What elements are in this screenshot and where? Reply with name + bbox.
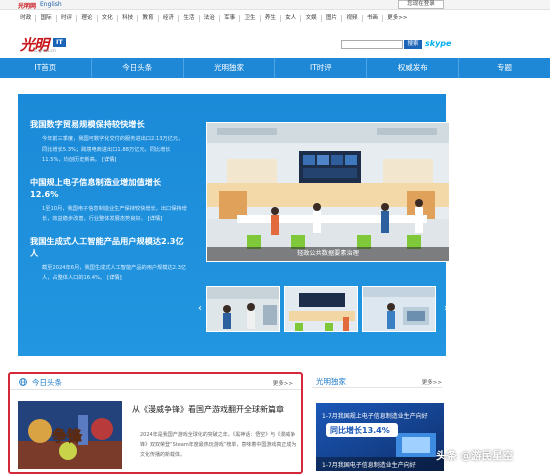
thumbnail[interactable] [284, 286, 358, 332]
story-item[interactable]: 中国规上电子信息制造业增加值增长12.6% 1至10月，我国电子信息制造业生产保… [30, 176, 188, 225]
poster-title: 争锋 [52, 427, 83, 445]
thumb-prev-icon[interactable]: ‹ [194, 286, 206, 332]
channel-links: 时政 国际 时评 理论 文化 科技 教育 经济 生活 法治 军事 卫生 养生 女人 文娱 图片 视频 书画 更多>> [16, 13, 436, 24]
panel-title[interactable]: 今日头条 [32, 377, 62, 388]
channel-link[interactable]: 经济 [159, 15, 180, 22]
channel-link[interactable]: 养生 [261, 15, 282, 22]
nav-item[interactable]: IT时评 [275, 58, 368, 78]
more-link[interactable]: 更多>> [273, 379, 293, 387]
exclusive-image[interactable]: 1-7月我国规上电子信息制造业生产向好 同比增长13.4% 1-7月我国电子信息… [316, 403, 444, 471]
panel-header: 光明独家 更多>> [312, 376, 442, 388]
nav-item[interactable]: IT首页 [0, 58, 92, 78]
photo-caption: 轻政公共数据要素治理 [207, 247, 449, 261]
feature-photo[interactable]: 轻政公共数据要素治理 [206, 122, 450, 262]
graphic-highlight: 同比增长13.4% [330, 425, 390, 435]
logo-badge: IT [53, 38, 66, 47]
channel-link[interactable]: 法治 [200, 15, 220, 22]
story-item[interactable]: 我国生成式人工智能产品用户规模达2.3亿人 截至2024年6月，我国生成式人工智… [30, 235, 188, 284]
channel-link[interactable]: 国际 [36, 15, 57, 22]
globe-icon [19, 378, 27, 386]
channel-link[interactable]: 教育 [138, 15, 159, 22]
game-poster-illustration: 争锋 [18, 401, 122, 469]
graphic-headline: 1-7月我国规上电子信息制造业生产向好 [322, 412, 428, 420]
watermark-text: 头条 @游民星空 [436, 450, 514, 462]
channel-link[interactable]: 时评 [57, 15, 78, 22]
top-logo[interactable]: 光明网 [18, 1, 36, 10]
more-link[interactable]: 更多>> [422, 378, 442, 386]
thumbnail-strip: ‹ › [194, 286, 456, 332]
panel-title[interactable]: 光明独家 [316, 376, 346, 387]
channel-link[interactable]: 图片 [322, 15, 343, 22]
logo-domain: it.gmw.cn [34, 49, 56, 54]
story-detail-link[interactable]: [详情] [148, 216, 162, 222]
channel-link[interactable]: 理论 [77, 15, 98, 22]
feature-section: 我国数字贸易规模保持较快增长 今年前三季度，我国可数字化交付的服务进出口2.13… [18, 94, 450, 356]
channel-link[interactable]: 更多>> [383, 15, 412, 22]
channel-link[interactable]: 文化 [98, 15, 118, 22]
story-detail-link[interactable]: [详情] [107, 275, 121, 281]
story-body: 1至10月，我国电子信息制造业生产保持较快增长，出口保持增长，效益稳步改善，行业… [30, 204, 188, 225]
english-link[interactable]: English [40, 1, 62, 8]
login-button[interactable]: 您现在登录 [398, 0, 444, 9]
article-title[interactable]: 从《漫威争锋》看国产游戏翻开全球新篇章 [132, 404, 300, 415]
article-image[interactable]: 争锋 [18, 401, 122, 469]
skype-logo[interactable]: skype [425, 39, 451, 48]
search-input[interactable] [341, 40, 403, 49]
channel-link[interactable]: 时政 [16, 15, 37, 22]
graphic-caption: 1-7月我国电子信息制造业生产向好 [322, 461, 416, 469]
nav-item[interactable]: 今日头条 [92, 58, 184, 78]
story-title[interactable]: 中国规上电子信息制造业增加值增长12.6% [30, 176, 188, 200]
article-summary: 2024年是我国产游戏全球化的突破之年。《黑神话：悟空》与《漫威争锋》双双荣登“… [140, 432, 297, 458]
search-button[interactable]: 搜索 [404, 40, 422, 49]
thumb-next-icon[interactable]: › [440, 286, 452, 332]
guangming-exclusive-panel: 光明独家 更多>> 1-7月我国规上电子信息制造业生产向好 同比增长13.4% … [312, 376, 444, 474]
today-headline-panel: 今日头条 更多>> 争锋 从《漫威争锋》看国产游戏翻开全球新篇章 2024年是我… [8, 372, 303, 474]
channel-link[interactable]: 文娱 [301, 15, 322, 22]
panel-header: 今日头条 更多>> [10, 374, 301, 390]
story-text: 1至10月，我国电子信息制造业生产保持较快增长，出口保持增长，效益稳步改善，行业… [42, 205, 187, 223]
site-header: 光明 IT it.gmw.cn 搜索 skype [0, 26, 550, 58]
channel-link[interactable]: 生活 [179, 15, 200, 22]
thumbnail-image [285, 287, 357, 331]
story-body: 截至2024年6月，我国生成式人工智能产品的用户规模达2.3亿人，占整体人口的1… [30, 263, 188, 284]
story-title[interactable]: 我国数字贸易规模保持较快增长 [30, 118, 188, 130]
channel-link[interactable]: 视频 [342, 15, 363, 22]
channel-link[interactable]: 卫生 [240, 15, 261, 22]
channel-link[interactable]: 女人 [281, 15, 302, 22]
thumbnail[interactable] [206, 286, 280, 332]
feature-stories: 我国数字贸易规模保持较快增长 今年前三季度，我国可数字化交付的服务进出口2.13… [30, 118, 188, 294]
thumbnail-image [207, 287, 279, 331]
story-body: 今年前三季度，我国可数字化交付的服务进出口2.13万亿元，同比增长5.3%；跨境… [30, 134, 188, 166]
nav-item[interactable]: 专题 [459, 58, 550, 78]
main-nav: IT首页 今日头条 光明独家 IT时评 权威发布 专题 [0, 58, 550, 78]
thumbnail[interactable] [362, 286, 436, 332]
channel-link[interactable]: 军事 [220, 15, 241, 22]
service-hall-illustration [207, 123, 449, 261]
story-title[interactable]: 我国生成式人工智能产品用户规模达2.3亿人 [30, 235, 188, 259]
channel-link[interactable]: 书画 [363, 15, 384, 22]
channel-link[interactable]: 科技 [118, 15, 139, 22]
top-strip: 光明网 English 您现在登录 [0, 0, 550, 10]
nav-item[interactable]: 权威发布 [367, 58, 460, 78]
thumbnail-image [363, 287, 435, 331]
story-item[interactable]: 我国数字贸易规模保持较快增长 今年前三季度，我国可数字化交付的服务进出口2.13… [30, 118, 188, 166]
industry-growth-graphic: 1-7月我国规上电子信息制造业生产向好 同比增长13.4% 1-7月我国电子信息… [316, 403, 444, 471]
nav-item[interactable]: 光明独家 [184, 58, 276, 78]
story-detail-link[interactable]: [详情] [102, 157, 116, 163]
